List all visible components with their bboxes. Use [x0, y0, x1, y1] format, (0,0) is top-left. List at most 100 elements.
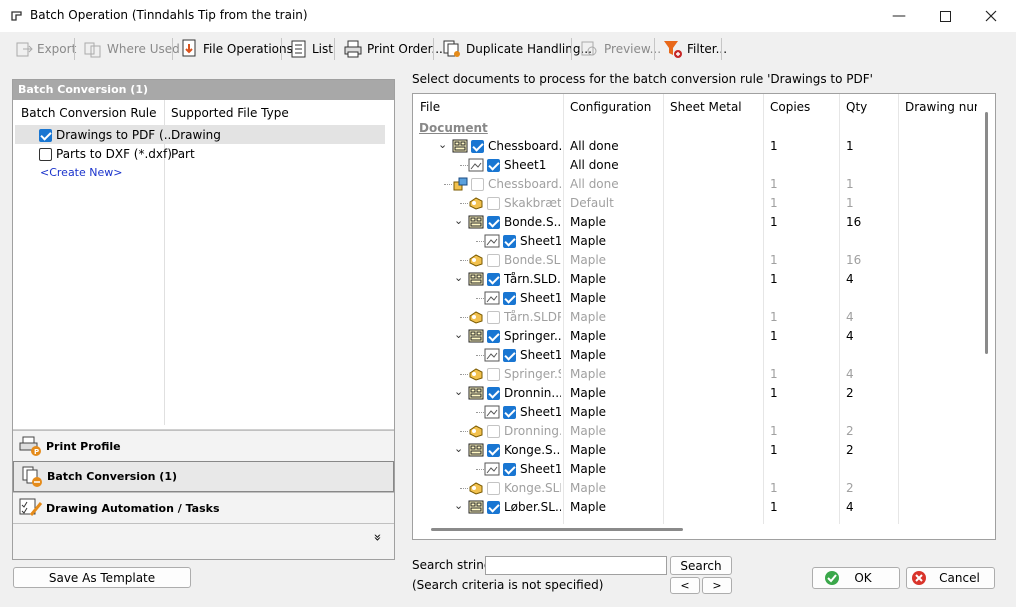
document-copies: 1	[770, 310, 778, 324]
create-new-link[interactable]: <Create New>	[40, 166, 122, 179]
search-prev-button[interactable]: <	[670, 577, 700, 594]
document-checkbox[interactable]	[487, 159, 500, 172]
list-button[interactable]: List	[287, 37, 336, 61]
document-checkbox[interactable]	[503, 292, 516, 305]
document-row[interactable]: ⌄ Dronnin... Maple 1 2	[413, 384, 978, 403]
document-row[interactable]: ⌄ Bonde.S... Maple 1 16	[413, 213, 978, 232]
minimize-button[interactable]: —	[876, 0, 922, 32]
document-configuration: Maple	[570, 310, 607, 324]
collapse-toggle-icon[interactable]: ⌄	[454, 499, 463, 512]
rule-row[interactable]: Drawings to PDF (...	[39, 128, 175, 144]
document-checkbox[interactable]	[503, 406, 516, 419]
collapse-toggle-icon[interactable]: ⌄	[438, 138, 447, 151]
drawing-icon	[452, 139, 468, 153]
save-as-template-button[interactable]: Save As Template	[13, 567, 191, 588]
document-row[interactable]: ⌄ Løber.SL... Maple 1 4	[413, 498, 978, 517]
document-row[interactable]: Sheet1 Maple	[413, 346, 978, 365]
document-checkbox[interactable]	[487, 444, 500, 457]
document-checkbox[interactable]	[503, 235, 516, 248]
duplicate-icon	[443, 40, 460, 57]
column-header-file[interactable]: File	[420, 100, 440, 120]
search-next-button[interactable]: >	[702, 577, 732, 594]
column-header-configuration[interactable]: Configuration	[570, 100, 651, 120]
document-checkbox[interactable]	[471, 178, 484, 191]
ok-button[interactable]: OK	[812, 567, 900, 589]
column-header-qty[interactable]: Qty	[846, 100, 867, 120]
drawing-automation-section[interactable]: Drawing Automation / Tasks	[13, 492, 394, 523]
filter-button[interactable]: Filter...	[660, 37, 730, 61]
document-qty: 4	[846, 329, 854, 343]
document-row[interactable]: Skakbræt.S... Default 1 1	[413, 194, 978, 213]
document-checkbox[interactable]	[503, 463, 516, 476]
document-checkbox[interactable]	[503, 349, 516, 362]
document-file-name: Sheet1	[520, 291, 561, 305]
tree-connector	[460, 488, 468, 489]
collapse-toggle-icon[interactable]: ⌄	[454, 214, 463, 227]
document-row[interactable]: Sheet1 Maple	[413, 232, 978, 251]
tree-connector	[476, 469, 484, 470]
document-row[interactable]: Sheet1 Maple	[413, 289, 978, 308]
tree-connector	[460, 165, 468, 166]
selection-prompt: Select documents to process for the batc…	[412, 72, 873, 86]
search-button[interactable]: Search	[670, 556, 732, 575]
maximize-button[interactable]	[922, 0, 968, 32]
document-checkbox[interactable]	[487, 330, 500, 343]
column-header-copies[interactable]: Copies	[770, 100, 810, 120]
horizontal-scrollbar[interactable]	[431, 528, 683, 531]
file-operations-button[interactable]: File Operations	[178, 37, 296, 61]
print-profile-section[interactable]: P Print Profile	[13, 430, 394, 461]
print-order-label: Print Order...	[367, 42, 443, 56]
vertical-scrollbar[interactable]	[985, 112, 988, 354]
document-row[interactable]: Dronning.S... Maple 1 2	[413, 422, 978, 441]
document-row[interactable]: Springer.SL... Maple 1 4	[413, 365, 978, 384]
drawing-icon	[468, 500, 484, 514]
cancel-button[interactable]: Cancel	[906, 567, 995, 589]
expand-icon[interactable]: »	[369, 534, 384, 542]
collapse-toggle-icon[interactable]: ⌄	[454, 442, 463, 455]
document-row[interactable]: Tårn.SLDPRT Maple 1 4	[413, 308, 978, 327]
search-input[interactable]	[485, 556, 667, 575]
document-file-name: Springer....	[504, 329, 561, 343]
document-row[interactable]: Konge.SLD... Maple 1 2	[413, 479, 978, 498]
document-row[interactable]: ⌄ Chessboard... All done 1 1	[413, 137, 978, 156]
document-row[interactable]: Chessboard.SL... All done 1 1	[413, 175, 978, 194]
export-button[interactable]: Export	[12, 37, 79, 61]
document-file-name: Bonde.SLD...	[504, 253, 561, 267]
toolbar-divider	[334, 38, 335, 60]
document-row[interactable]: Sheet1 All done	[413, 156, 978, 175]
document-row[interactable]: Sheet1 Maple	[413, 403, 978, 422]
where-used-button[interactable]: Where Used	[80, 37, 183, 61]
document-checkbox[interactable]	[487, 425, 500, 438]
document-row[interactable]: ⌄ Tårn.SLD... Maple 1 4	[413, 270, 978, 289]
column-header-drawing-num[interactable]: Drawing num	[905, 100, 977, 120]
document-row[interactable]: Bonde.SLD... Maple 1 16	[413, 251, 978, 270]
collapse-toggle-icon[interactable]: ⌄	[454, 385, 463, 398]
document-checkbox[interactable]	[487, 254, 500, 267]
document-checkbox[interactable]	[487, 482, 500, 495]
document-row[interactable]: ⌄ Springer.... Maple 1 4	[413, 327, 978, 346]
document-file-name: Skakbræt.S...	[504, 196, 561, 210]
batch-conversion-label: Batch Conversion (1)	[47, 470, 178, 483]
column-header-type: Supported File Type	[171, 106, 289, 120]
document-checkbox[interactable]	[487, 501, 500, 514]
collapse-toggle-icon[interactable]: ⌄	[454, 328, 463, 341]
batch-conversion-section[interactable]: Batch Conversion (1)	[13, 461, 394, 492]
document-checkbox[interactable]	[471, 140, 484, 153]
document-checkbox[interactable]	[487, 197, 500, 210]
print-order-button[interactable]: Print Order...	[340, 37, 446, 61]
collapse-toggle-icon[interactable]: ⌄	[454, 271, 463, 284]
document-checkbox[interactable]	[487, 368, 500, 381]
document-configuration: All done	[570, 139, 619, 153]
rule-checkbox[interactable]	[39, 129, 52, 142]
document-row[interactable]: ⌄ Konge.S... Maple 1 2	[413, 441, 978, 460]
document-row[interactable]: Sheet1 Maple	[413, 460, 978, 479]
preview-button[interactable]: Preview...	[577, 37, 664, 61]
close-button[interactable]	[968, 0, 1014, 32]
document-checkbox[interactable]	[487, 216, 500, 229]
svg-text:P: P	[34, 448, 39, 456]
document-checkbox[interactable]	[487, 311, 500, 324]
document-checkbox[interactable]	[487, 387, 500, 400]
column-header-sheet-metal[interactable]: Sheet Metal	[670, 100, 742, 120]
document-checkbox[interactable]	[487, 273, 500, 286]
rule-checkbox[interactable]	[39, 148, 52, 161]
